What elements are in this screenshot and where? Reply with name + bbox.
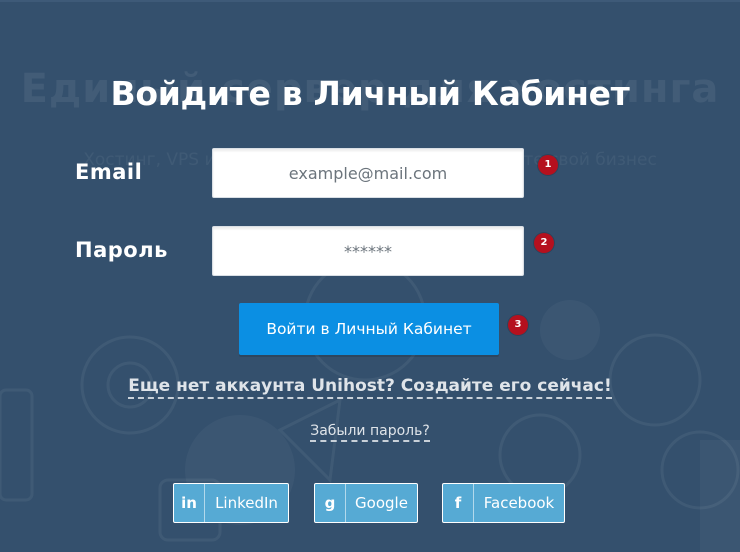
forgot-row: Забыли пароль? xyxy=(0,420,740,442)
facebook-button[interactable]: f Facebook xyxy=(442,483,565,523)
step-badge-3: 3 xyxy=(508,315,528,335)
login-title: Войдите в Личный Кабинет xyxy=(110,74,630,113)
password-field[interactable] xyxy=(212,226,524,276)
linkedin-button[interactable]: in LinkedIn xyxy=(173,483,289,523)
login-button[interactable]: Войти в Личный Кабинет xyxy=(239,303,499,355)
forgot-password-link[interactable]: Забыли пароль? xyxy=(310,423,430,442)
login-overlay: Единый сервер для хостинга Хостинг, VPS … xyxy=(0,0,740,552)
step-badge-1: 1 xyxy=(538,155,558,175)
google-label: Google xyxy=(355,494,408,512)
facebook-icon: f xyxy=(443,484,474,522)
google-icon: g xyxy=(315,484,346,522)
step-badge-2: 2 xyxy=(534,233,554,253)
password-label: Пароль xyxy=(75,238,168,262)
register-row: Еще нет аккаунта Unihost? Создайте его с… xyxy=(0,376,740,399)
register-link[interactable]: Еще нет аккаунта Unihost? Создайте его с… xyxy=(128,376,612,399)
email-label: Email xyxy=(75,160,143,184)
facebook-label: Facebook xyxy=(483,494,555,512)
email-field[interactable] xyxy=(212,148,524,198)
linkedin-icon: in xyxy=(174,484,205,522)
google-button[interactable]: g Google xyxy=(314,483,418,523)
linkedin-label: LinkedIn xyxy=(215,494,278,512)
